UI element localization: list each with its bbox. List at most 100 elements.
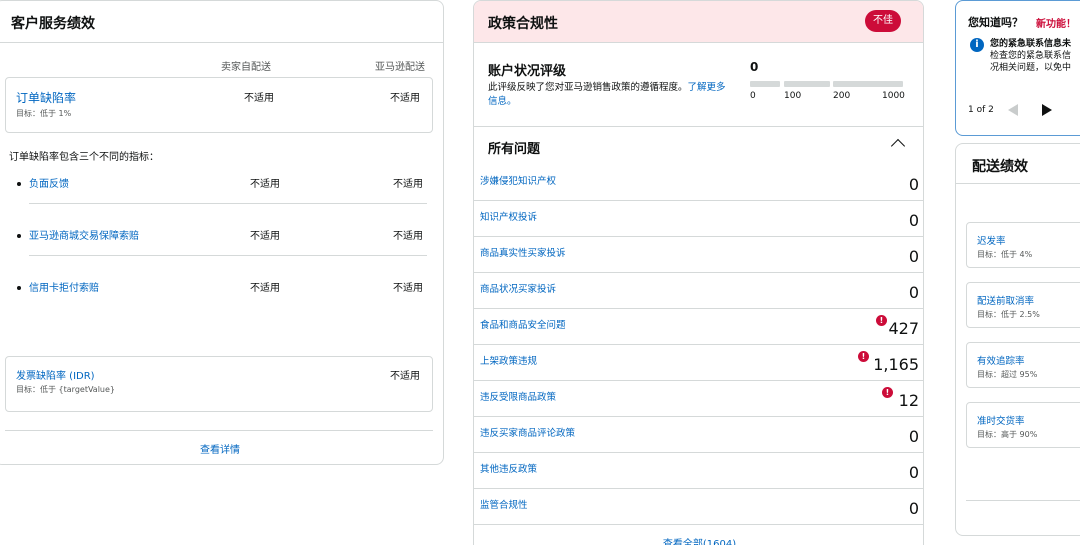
pager-count: 1 of 2 — [968, 105, 994, 115]
issue-row: 知识产权投诉 0 — [474, 201, 923, 237]
sub-metric-amazon-value: 不适用 — [393, 179, 423, 190]
shipping-metric: 迟发率 目标：低于 4% — [966, 222, 1080, 268]
customer-service-header: 客户服务绩效 — [0, 1, 443, 43]
issue-link[interactable]: 其他违反政策 — [480, 461, 537, 475]
scale-tick: 1000 — [882, 91, 905, 101]
ahr-score: 0 — [750, 60, 759, 74]
bullet-icon — [17, 182, 21, 186]
view-details-link[interactable]: 查看详情 — [0, 441, 443, 456]
scale-segment — [833, 81, 903, 87]
issue-row: 食品和商品安全问题 ! 427 — [474, 309, 923, 345]
metric-target: 目标：超过 95% — [977, 370, 1038, 379]
scale-tick: 0 — [750, 91, 756, 101]
metric-link[interactable]: 有效追踪率 — [977, 353, 1025, 367]
scale-segment — [784, 81, 830, 87]
odr-intro: 订单缺陷率包含三个不同的指标： — [9, 152, 159, 163]
shipping-metric: 准时交货率 目标：高于 90% — [966, 402, 1080, 448]
issue-link[interactable]: 监管合规性 — [480, 497, 528, 511]
sub-metric-amazon-value: 不适用 — [393, 283, 423, 294]
dyk-line: 您的紧急联系信息未 — [990, 39, 1072, 49]
issue-row: 监管合规性 0 — [474, 489, 923, 525]
issue-link[interactable]: 上架政策违规 — [480, 353, 537, 367]
policy-compliance-card: 政策合规性 不佳 账户状况评级 此评级反映了您对亚马逊销售政策的遵循程度。了解更… — [473, 0, 924, 545]
issue-link[interactable]: 涉嫌侵犯知识产权 — [480, 173, 556, 187]
policy-title: 政策合规性 — [488, 16, 558, 32]
issue-count: 12 — [898, 391, 919, 410]
metric-link[interactable]: 准时交货率 — [977, 413, 1025, 427]
issue-link[interactable]: 食品和商品安全问题 — [480, 317, 566, 331]
ahr-title: 账户状况评级 — [488, 64, 567, 79]
issue-link[interactable]: 违反买家商品评论政策 — [480, 425, 575, 439]
issue-row: 商品真实性买家投诉 0 — [474, 237, 923, 273]
issue-count: 0 — [908, 499, 919, 518]
idr-target: 目标：低于 {targetValue} — [16, 385, 116, 394]
scale-segment — [750, 81, 780, 87]
odr-amazon-value: 不适用 — [390, 93, 420, 104]
status-badge: 不佳 — [865, 10, 901, 32]
metric-link[interactable]: 配送前取消率 — [977, 293, 1034, 307]
divider — [29, 255, 427, 256]
info-icon: i — [970, 38, 984, 52]
issue-row: 商品状况买家投诉 0 — [474, 273, 923, 309]
dyk-line: 况相关问题，以免中 — [990, 63, 1072, 73]
shipping-title: 配送绩效 — [972, 159, 1028, 175]
shipping-header: 配送绩效 — [956, 144, 1080, 184]
policy-header: 政策合规性 不佳 — [474, 1, 923, 43]
view-all-link[interactable]: 查看全部(1604) — [474, 535, 923, 545]
next-arrow-icon[interactable] — [1042, 104, 1052, 116]
sub-metric-seller-value: 不适用 — [250, 179, 280, 190]
idr-link[interactable]: 发票缺陷率 (IDR) — [16, 367, 95, 382]
ahr-desc-text: 此评级反映了您对亚马逊销售政策的遵循程度。 — [488, 82, 688, 93]
odr-target: 目标：低于 1% — [16, 109, 72, 118]
shipping-performance-card: 配送绩效 迟发率 目标：低于 4% 配送前取消率 目标：低于 2.5% 有效追踪… — [955, 143, 1080, 536]
new-feature-label: 新功能！ — [1036, 19, 1076, 30]
issue-row: 违反买家商品评论政策 0 — [474, 417, 923, 453]
issue-count: 0 — [908, 211, 919, 230]
issue-count: 0 — [908, 247, 919, 266]
issue-link[interactable]: 违反受限商品政策 — [480, 389, 556, 403]
scale-tick: 200 — [833, 91, 851, 101]
issue-row: 上架政策违规 ! 1,165 — [474, 345, 923, 381]
sub-metric-link[interactable]: 负面反馈 — [29, 179, 69, 190]
divider — [966, 500, 1080, 501]
odr-link[interactable]: 订单缺陷率 — [16, 89, 76, 106]
column-header-seller: 卖家自配送 — [221, 62, 271, 73]
did-you-know-text: 您的紧急联系信息未 检查您的紧急联系信 况相关问题，以免中 — [990, 38, 1080, 74]
column-header-amazon: 亚马逊配送 — [375, 62, 425, 73]
all-issues-header[interactable]: 所有问题 — [474, 127, 923, 165]
all-issues-title: 所有问题 — [488, 142, 541, 157]
issue-count: 427 — [888, 319, 919, 338]
issue-link[interactable]: 商品真实性买家投诉 — [480, 245, 566, 259]
issue-count: 0 — [908, 427, 919, 446]
metric-target: 目标：低于 2.5% — [977, 310, 1040, 319]
alert-icon: ! — [858, 351, 869, 362]
issue-link[interactable]: 知识产权投诉 — [480, 209, 537, 223]
metric-target: 目标：高于 90% — [977, 430, 1038, 439]
metric-link[interactable]: 迟发率 — [977, 233, 1006, 247]
sub-metric-link[interactable]: 亚马逊商城交易保障索赔 — [29, 231, 139, 242]
customer-service-title: 客户服务绩效 — [11, 16, 95, 32]
issue-count: 0 — [908, 175, 919, 194]
metric-target: 目标：低于 4% — [977, 250, 1033, 259]
sub-metric-seller-value: 不适用 — [250, 231, 280, 242]
ahr-description: 此评级反映了您对亚马逊销售政策的遵循程度。了解更多信息。 — [488, 81, 728, 109]
issue-count: 0 — [908, 463, 919, 482]
sub-metric-link[interactable]: 信用卡拒付索赔 — [29, 283, 99, 294]
chevron-up-icon[interactable] — [890, 138, 906, 154]
issue-row: 其他违反政策 0 — [474, 453, 923, 489]
did-you-know-title: 您知道吗？ — [968, 16, 1023, 29]
issue-link[interactable]: 商品状况买家投诉 — [480, 281, 556, 295]
dyk-line: 检查您的紧急联系信 — [990, 51, 1072, 61]
bullet-icon — [17, 234, 21, 238]
account-health-rating: 账户状况评级 此评级反映了您对亚马逊销售政策的遵循程度。了解更多信息。 0 0 … — [474, 43, 923, 127]
prev-arrow-icon[interactable] — [1008, 104, 1018, 116]
bullet-icon — [17, 286, 21, 290]
issue-count: 1,165 — [873, 355, 919, 374]
idr-box: 发票缺陷率 (IDR) 目标：低于 {targetValue} 不适用 — [5, 356, 433, 412]
odr-seller-value: 不适用 — [244, 93, 274, 104]
issue-row: 违反受限商品政策 ! 12 — [474, 381, 923, 417]
sub-metric-amazon-value: 不适用 — [393, 231, 423, 242]
alert-icon: ! — [882, 387, 893, 398]
sub-metric-negative-feedback: 负面反馈 — [17, 175, 69, 190]
sub-metric-chargeback: 信用卡拒付索赔 — [17, 279, 99, 294]
